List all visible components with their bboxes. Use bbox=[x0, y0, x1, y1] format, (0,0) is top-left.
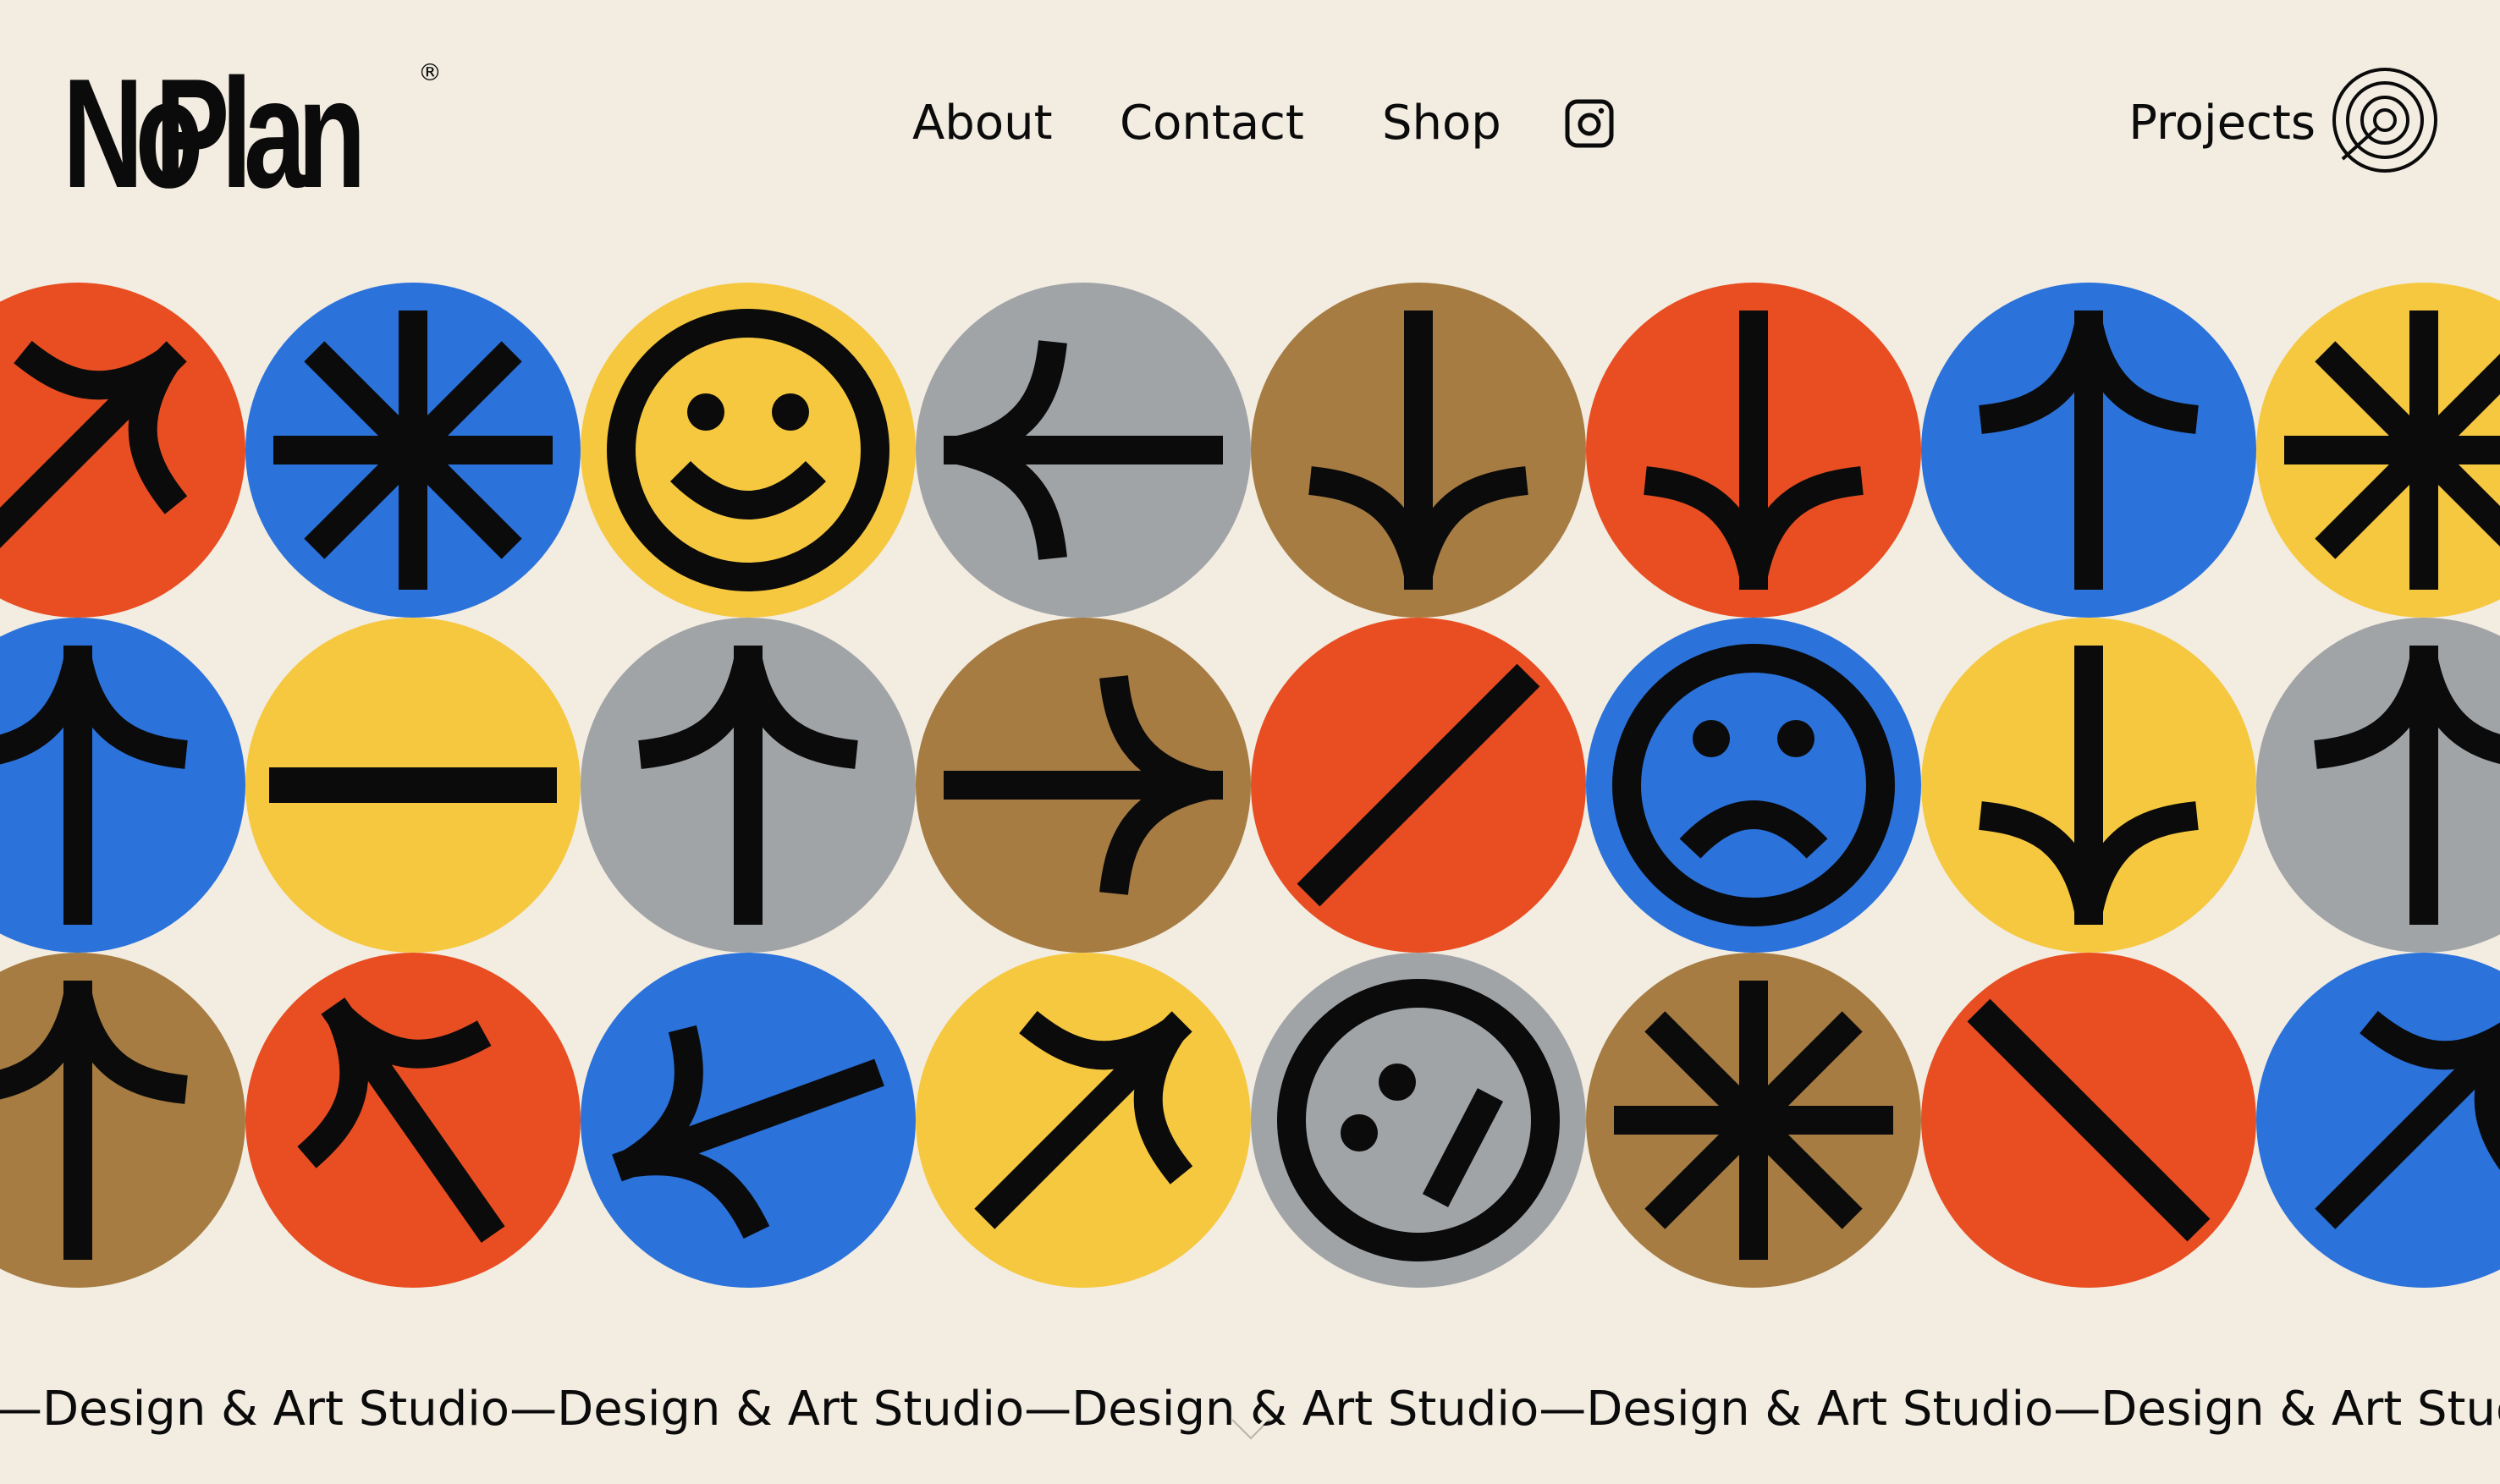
symbol-circle-arrow-down bbox=[1586, 283, 1921, 618]
symbol-circle-arrow-up-right bbox=[916, 953, 1251, 1288]
symbol-circle-asterisk bbox=[1586, 953, 1921, 1288]
circle-bg bbox=[0, 618, 245, 953]
symbol-circle-asterisk bbox=[245, 283, 581, 618]
symbol-circle-arrow-left bbox=[916, 283, 1251, 618]
symbol-circle-smiley-face bbox=[581, 283, 916, 618]
chevron-down-icon[interactable] bbox=[1227, 1404, 1275, 1447]
symbol-circle-sad-face bbox=[1586, 618, 1921, 953]
symbol-circle-arrow-right bbox=[916, 618, 1251, 953]
symbol-circle-slash bbox=[1251, 618, 1586, 953]
symbol-circle-arrow-down bbox=[1921, 618, 2256, 953]
circle-bg bbox=[2256, 953, 2500, 1288]
symbol-circle-arrow-up bbox=[2256, 618, 2500, 953]
asterisk-icon bbox=[1614, 981, 1893, 1260]
symbol-circle-horizontal-bar bbox=[245, 618, 581, 953]
symbol-circle-arrow-up bbox=[581, 618, 916, 953]
symbol-circle-arrow-up-right bbox=[0, 283, 245, 618]
symbol-circle-arrow-down bbox=[1251, 283, 1586, 618]
symbol-circle-arrow-up-right bbox=[2256, 953, 2500, 1288]
symbol-circle-asterisk bbox=[2256, 283, 2500, 618]
symbol-circle-arrow-down-left bbox=[581, 953, 916, 1288]
circle-bg bbox=[0, 953, 245, 1288]
circle-bg bbox=[2256, 618, 2500, 953]
asterisk-icon bbox=[273, 311, 553, 590]
symbol-circle-arrow-up bbox=[0, 618, 245, 953]
symbol-circle-arrow-up bbox=[1921, 283, 2256, 618]
circle-bg bbox=[0, 283, 245, 618]
symbol-circle-arrow-up bbox=[0, 953, 245, 1288]
symbol-circle-percent-face bbox=[1251, 953, 1586, 1288]
symbol-circle-backslash bbox=[1921, 953, 2256, 1288]
symbol-circle-arrow-up-left bbox=[245, 953, 581, 1288]
symbol-grid bbox=[0, 283, 2500, 1288]
